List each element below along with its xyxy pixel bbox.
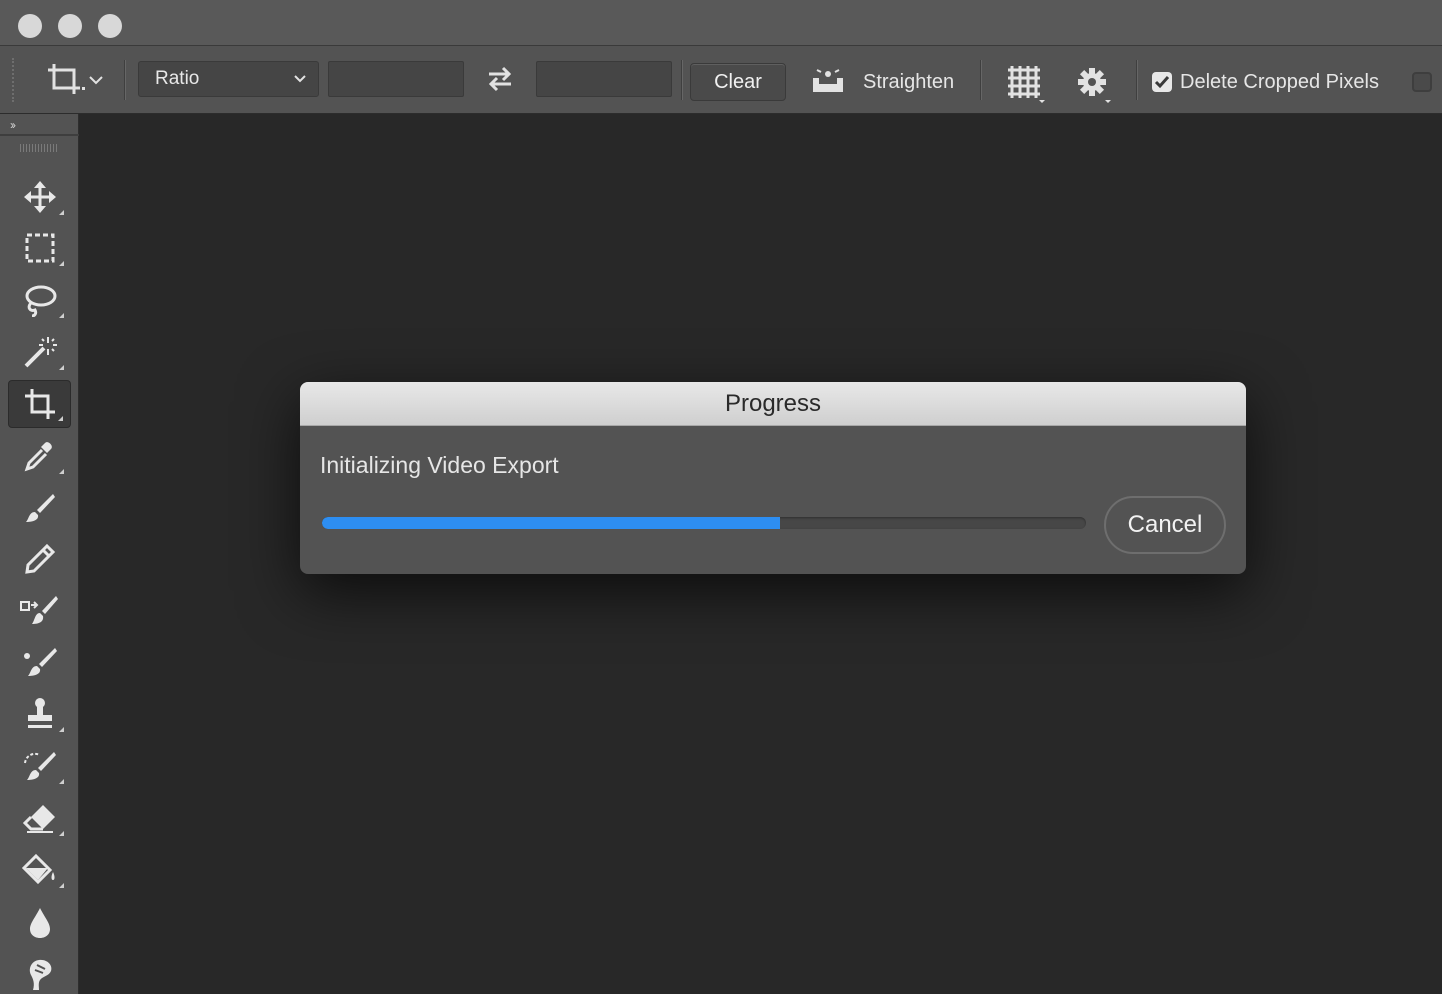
tool-history-brush[interactable]: [8, 742, 71, 790]
tool-flyout-indicator: [59, 210, 64, 215]
clear-button[interactable]: Clear: [690, 63, 786, 101]
swap-dimensions-button[interactable]: [480, 62, 520, 96]
tool-flyout-indicator: [59, 313, 64, 318]
tool-flyout-indicator: [59, 261, 64, 266]
photoshop-window: Ratio Clear Straighten Delete Cropped Pi…: [0, 0, 1442, 994]
tool-smudge[interactable]: [8, 950, 71, 994]
crop-icon: [24, 389, 55, 419]
move-icon: [23, 181, 56, 213]
progress-bar-fill: [322, 517, 781, 529]
collapse-toolbar-button[interactable]: ››: [10, 118, 16, 132]
crop-settings-button[interactable]: [1072, 60, 1118, 104]
tool-eraser[interactable]: [8, 794, 71, 842]
close-window-button[interactable]: [18, 14, 42, 38]
ratio-select[interactable]: Ratio: [138, 61, 319, 97]
progress-dialog: Progress Initializing Video Export Cance…: [300, 382, 1246, 574]
tool-magic-wand[interactable]: [8, 328, 71, 376]
tool-marquee[interactable]: [8, 224, 71, 272]
tool-color-replacement[interactable]: [8, 586, 71, 634]
toolbar-grip[interactable]: [20, 144, 58, 152]
tool-flyout-indicator: [59, 831, 64, 836]
magic-wand-icon: [24, 337, 57, 368]
pencil-icon: [24, 543, 55, 574]
tool-flyout-indicator: [59, 469, 64, 474]
grid-overlay-icon: [1008, 66, 1045, 103]
tool-pencil[interactable]: [8, 535, 71, 583]
tool-flyout-indicator: [59, 365, 64, 370]
tool-blur[interactable]: [8, 899, 71, 947]
dialog-title: Progress: [300, 382, 1246, 426]
chevron-down-icon: [294, 75, 306, 83]
tool-flyout-indicator: [59, 727, 64, 732]
progress-message: Initializing Video Export: [320, 452, 559, 478]
title-bar: [0, 0, 1442, 46]
checkmark-icon: [1154, 76, 1170, 89]
straighten-label[interactable]: Straighten: [863, 71, 954, 94]
tool-mixer-brush[interactable]: [8, 638, 71, 686]
swap-arrows-icon: [488, 66, 512, 92]
paint-bucket-icon: [21, 853, 54, 885]
mixer-brush-icon: [23, 648, 57, 676]
separator: [681, 60, 682, 100]
blur-drop-icon: [29, 908, 50, 938]
delete-cropped-pixels-label[interactable]: Delete Cropped Pixels: [1180, 71, 1379, 94]
straighten-button[interactable]: [806, 64, 850, 98]
minimize-window-button[interactable]: [58, 14, 82, 38]
eraser-icon: [22, 805, 55, 833]
tool-preset-picker[interactable]: [36, 60, 112, 100]
crop-tool-icon: [48, 64, 85, 94]
delete-cropped-pixels-checkbox[interactable]: [1152, 72, 1172, 92]
ratio-select-value: Ratio: [155, 68, 200, 89]
lasso-icon: [25, 285, 56, 317]
overlay-options-button[interactable]: [1002, 60, 1048, 104]
eyedropper-icon: [24, 442, 52, 472]
cancel-button[interactable]: Cancel: [1104, 496, 1226, 554]
clone-stamp-icon: [27, 698, 52, 728]
tool-clone-stamp[interactable]: [8, 690, 71, 738]
tool-flyout-indicator: [59, 779, 64, 784]
separator: [124, 60, 125, 100]
crop-width-input[interactable]: [328, 61, 464, 97]
crop-height-input[interactable]: [536, 61, 672, 97]
toolbar-header-divider: [0, 134, 79, 136]
tool-lasso[interactable]: [8, 276, 71, 324]
tool-move[interactable]: [8, 173, 71, 221]
separator: [980, 60, 981, 100]
tool-eyedropper[interactable]: [8, 432, 71, 480]
content-aware-checkbox[interactable]: [1412, 72, 1432, 92]
chevron-down-icon: [89, 76, 103, 85]
tool-healing-brush[interactable]: [8, 484, 71, 532]
tool-paint-bucket[interactable]: [8, 846, 71, 894]
straighten-level-icon: [813, 69, 843, 92]
progress-bar: [322, 517, 1086, 529]
healing-brush-icon: [25, 494, 55, 522]
color-replacement-icon: [19, 596, 58, 624]
tools-panel: ››: [0, 114, 79, 994]
rectangular-marquee-icon: [25, 233, 54, 263]
smudge-icon: [29, 959, 51, 990]
tool-flyout-indicator: [59, 883, 64, 888]
tool-flyout-indicator: [58, 416, 63, 421]
gear-icon: [1078, 68, 1111, 103]
tool-crop[interactable]: [8, 380, 71, 428]
zoom-window-button[interactable]: [98, 14, 122, 38]
options-bar: Ratio Clear Straighten Delete Cropped Pi…: [0, 46, 1442, 114]
options-bar-grip[interactable]: [12, 58, 14, 102]
separator: [1136, 60, 1137, 100]
history-brush-icon: [23, 752, 56, 780]
